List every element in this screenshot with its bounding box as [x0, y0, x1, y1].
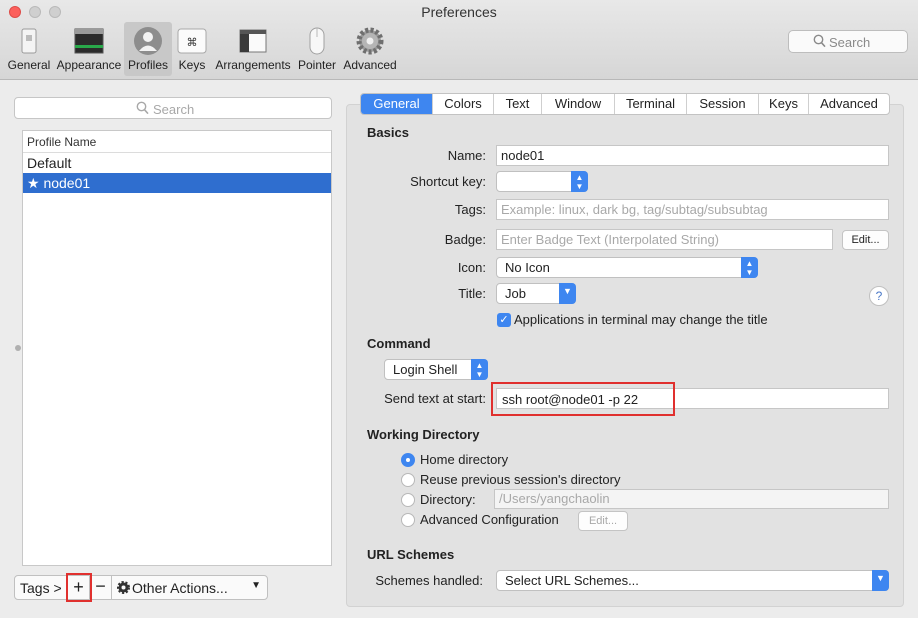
badge-edit-button[interactable]: Edit...: [842, 230, 889, 250]
profile-name-column-header[interactable]: Profile Name: [23, 131, 331, 153]
toolbar-pointer[interactable]: Pointer: [296, 22, 338, 76]
shortcut-key-popup[interactable]: ▲ ▼: [496, 171, 588, 192]
advanced-configuration-label: Advanced Configuration: [420, 512, 559, 527]
command-heading: Command: [367, 336, 431, 351]
title-value: Job: [505, 286, 526, 301]
profile-row-default[interactable]: Default: [23, 153, 331, 173]
name-label: Name:: [447, 148, 486, 163]
toolbar-profiles-label: Profiles: [127, 58, 168, 72]
apps-change-title-label: Applications in terminal may change the …: [514, 312, 768, 327]
other-actions-button[interactable]: Other Actions... ▼: [111, 575, 268, 600]
chevron-down-icon: ▼: [559, 283, 576, 304]
remove-profile-button[interactable]: −: [89, 575, 112, 600]
toolbar-advanced[interactable]: Advanced: [342, 22, 398, 76]
popup-arrows-icon: ▲ ▼: [741, 257, 758, 278]
advanced-configuration-radio[interactable]: [401, 513, 415, 527]
profiles-person-icon: [134, 27, 162, 55]
tab-session[interactable]: Session: [687, 94, 759, 114]
window-title: Preferences: [421, 4, 497, 20]
tab-general[interactable]: General: [361, 94, 433, 114]
chevron-down-icon: ▼: [872, 570, 889, 591]
url-schemes-popup[interactable]: Select URL Schemes... ▼: [496, 570, 889, 591]
appearance-window-icon: [74, 28, 104, 54]
general-switch-icon: [21, 28, 37, 54]
toolbar-appearance[interactable]: Appearance: [55, 22, 123, 76]
url-schemes-heading: URL Schemes: [367, 547, 455, 562]
title-label: Title:: [458, 286, 486, 301]
shortcut-key-label: Shortcut key:: [410, 174, 486, 189]
advanced-configuration-edit-button[interactable]: Edit...: [578, 511, 628, 531]
chevron-down-icon: ▼: [251, 580, 261, 591]
toolbar-arrangements[interactable]: Arrangements: [214, 22, 292, 76]
tags-button[interactable]: Tags >: [14, 575, 68, 600]
icon-label: Icon:: [457, 260, 486, 275]
toolbar-keys-label: Keys: [178, 58, 206, 72]
popup-arrows-icon: ▲ ▼: [571, 171, 588, 192]
advanced-gear-icon: [356, 27, 384, 55]
tags-label: Tags:: [454, 202, 486, 217]
profile-search-placeholder: Search: [153, 102, 195, 117]
tab-text[interactable]: Text: [494, 94, 542, 114]
name-field[interactable]: node01: [496, 145, 889, 166]
home-directory-label: Home directory: [420, 452, 509, 467]
popup-arrows-icon: ▲ ▼: [471, 359, 488, 380]
url-schemes-value: Select URL Schemes...: [505, 573, 639, 588]
search-icon: [813, 34, 826, 48]
tags-field[interactable]: Example: linux, dark bg, tag/subtag/subs…: [496, 199, 889, 220]
basics-heading: Basics: [367, 125, 409, 140]
directory-path-field[interactable]: /Users/yangchaolin: [494, 489, 889, 509]
tab-advanced[interactable]: Advanced: [809, 94, 889, 114]
badge-label: Badge:: [444, 232, 486, 247]
keys-command-icon: ⌘: [177, 28, 207, 54]
tab-colors[interactable]: Colors: [433, 94, 494, 114]
title-bar: Preferences General Appearance Profiles …: [0, 0, 918, 80]
directory-radio[interactable]: [401, 493, 415, 507]
command-type-value: Login Shell: [393, 362, 458, 377]
badge-field[interactable]: Enter Badge Text (Interpolated String): [496, 229, 833, 250]
tab-window[interactable]: Window: [542, 94, 615, 114]
toolbar-arrangements-label: Arrangements: [215, 58, 291, 72]
splitter-handle[interactable]: [15, 345, 21, 351]
tab-terminal[interactable]: Terminal: [615, 94, 687, 114]
working-directory-heading: Working Directory: [367, 427, 480, 442]
toolbar-general-label: General: [7, 58, 51, 72]
toolbar-pointer-label: Pointer: [297, 58, 337, 72]
toolbar-search-input[interactable]: Search: [788, 30, 908, 53]
home-directory-radio[interactable]: [401, 453, 415, 467]
toolbar-advanced-label: Advanced: [343, 58, 397, 72]
arrangements-windows-icon: [239, 29, 267, 53]
send-text-label: Send text at start:: [384, 391, 486, 406]
toolbar-general[interactable]: General: [6, 22, 52, 76]
profile-row-node01[interactable]: ★ node01: [23, 173, 331, 193]
send-text-highlight: [491, 382, 675, 416]
search-icon: [136, 101, 149, 115]
toolbar-search-placeholder: Search: [829, 35, 871, 50]
tab-keys[interactable]: Keys: [759, 94, 809, 114]
toolbar-appearance-label: Appearance: [56, 58, 122, 72]
other-actions-label: Other Actions...: [132, 580, 228, 596]
settings-tab-bar: General Colors Text Window Terminal Sess…: [360, 93, 890, 115]
profile-list: Profile Name Default ★ node01: [22, 130, 332, 566]
toolbar-keys[interactable]: ⌘ Keys: [175, 22, 209, 76]
profile-search-input[interactable]: Search: [14, 97, 332, 119]
pointer-mouse-icon: [309, 27, 325, 55]
svg-text:⌘: ⌘: [187, 36, 198, 49]
reuse-directory-label: Reuse previous session's directory: [420, 472, 621, 487]
reuse-directory-radio[interactable]: [401, 473, 415, 487]
schemes-handled-label: Schemes handled:: [375, 573, 483, 588]
icon-value: No Icon: [505, 260, 550, 275]
toolbar-profiles[interactable]: Profiles: [124, 22, 172, 76]
title-popup[interactable]: Job ▼: [496, 283, 576, 304]
icon-popup[interactable]: No Icon ▲ ▼: [496, 257, 758, 278]
add-profile-highlight: [66, 573, 92, 602]
gear-icon: [117, 581, 130, 594]
directory-label: Directory:: [420, 492, 476, 507]
apps-change-title-checkbox[interactable]: ✓: [497, 313, 511, 327]
command-type-popup[interactable]: Login Shell ▲ ▼: [384, 359, 488, 380]
help-button[interactable]: ?: [869, 286, 889, 306]
